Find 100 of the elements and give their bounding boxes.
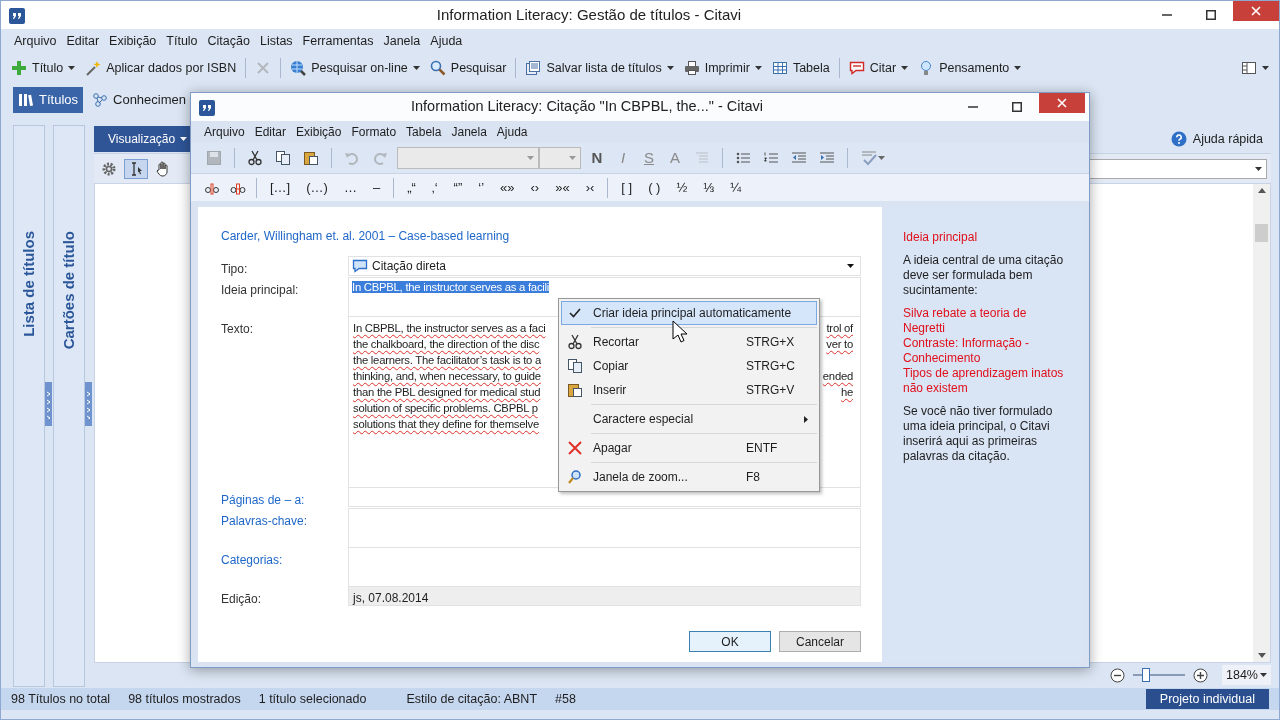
text-line: In CBPBL, the instructor serves as a faci [353, 321, 546, 336]
insert-character-button[interactable]: … [337, 176, 363, 199]
insert-character-button[interactable]: – [366, 176, 387, 199]
quick-help-button[interactable]: Ajuda rápida [1164, 128, 1271, 150]
tab[interactable]: Conhecimen [87, 87, 191, 113]
text-line: the chalkboard, the direction of the disc [353, 337, 540, 352]
type-dropdown[interactable]: Citação direta [348, 256, 861, 276]
menu-item[interactable]: Listas [254, 29, 298, 53]
insert-character-button[interactable]: ⅓ [697, 176, 721, 199]
insert-character-button[interactable]: „“ [401, 176, 422, 199]
font-size-dropdown[interactable] [539, 147, 581, 169]
view-button[interactable]: Visualização [94, 126, 192, 152]
menu-item[interactable]: Janela de zoom... F8 [561, 465, 817, 489]
reference-link[interactable]: Carder, Willingham et. al. 2001 – Case-based learning [221, 227, 861, 245]
side-panel[interactable]: Cartões de título [53, 125, 85, 687]
toolbar-button[interactable]: Pesquisar on-line [286, 56, 424, 80]
menu-item[interactable]: Recortar STRG+X [561, 330, 817, 354]
menu-item[interactable]: Copiar STRG+C [561, 354, 817, 378]
app-logo-icon [9, 7, 25, 24]
window-title: Information Literacy: Gestão de títulos - Citavi [435, 4, 743, 25]
status-text: Estilo de citação: ABNT [406, 690, 539, 708]
menu-item[interactable]: Ajuda [491, 121, 533, 143]
plus-icon [11, 60, 27, 76]
font-dropdown[interactable] [397, 147, 539, 169]
zoom-in-button[interactable] [1190, 666, 1211, 684]
magnifier-icon [567, 469, 583, 485]
format-button[interactable]: N [587, 146, 607, 170]
input-field[interactable] [348, 508, 861, 548]
project-button[interactable]: Projeto individual [1145, 689, 1269, 709]
menu-item[interactable]: Citação [202, 29, 255, 53]
menu-item[interactable]: Janela [378, 29, 426, 53]
menu-item[interactable]: Janela [446, 121, 492, 143]
minimize-icon [1162, 14, 1172, 16]
menu-item[interactable]: Arquivo [9, 29, 62, 53]
toolbar-button[interactable]: Tabela [767, 56, 834, 80]
insert-character-button[interactable]: [ ] [615, 176, 639, 199]
toolbar-button[interactable]: Salvar lista de títulos [521, 56, 678, 80]
insert-character-button[interactable]: »« [549, 176, 576, 199]
speech-bubble-icon [848, 60, 865, 76]
toolbar-button[interactable]: Aplicar dados por ISBN [81, 56, 241, 80]
insert-character-button[interactable]: «» [494, 176, 521, 199]
dialog-button[interactable]: Cancelar [779, 631, 861, 652]
dialog-title: Information Literacy: Citação "In CBPBL, the..." - Citavi [410, 97, 764, 117]
field-label: Ideia principal: [221, 282, 300, 299]
maximize-icon [1206, 10, 1216, 20]
insert-character-button[interactable]: “” [447, 176, 469, 199]
menu-item[interactable]: Editar [61, 29, 105, 53]
clipboard-icon [567, 382, 583, 398]
menu-item[interactable]: Título [161, 29, 203, 53]
insert-character-button[interactable]: ( ) [642, 176, 667, 199]
close-icon [1057, 98, 1067, 108]
menu-item[interactable]: Inserir STRG+V [561, 378, 817, 402]
field-link[interactable]: Palavras-chave: [221, 509, 348, 548]
toolbar-button[interactable]: Título [7, 56, 80, 80]
spell-check-icon [860, 150, 878, 166]
menu-item[interactable]: Caractere especial [561, 407, 817, 431]
tab[interactable]: Títulos [13, 87, 83, 113]
toolbar-button[interactable]: Imprimir [679, 56, 766, 80]
zoom-out-button[interactable] [1107, 666, 1128, 684]
insert-character-button[interactable]: ½ [670, 176, 694, 199]
text-cursor-button[interactable] [124, 158, 148, 179]
zoom-slider-thumb[interactable] [1142, 668, 1150, 682]
menu-item[interactable]: Apagar ENTF [561, 436, 817, 460]
expand-handle[interactable] [45, 382, 52, 426]
insert-character-button[interactable]: […] [264, 176, 297, 199]
menu-item[interactable]: Arquivo [199, 121, 250, 143]
insert-character-button[interactable]: ‚‘ [425, 176, 444, 199]
status-text: 98 Títulos no total [11, 690, 112, 708]
toolbar-button[interactable]: Pensamento [914, 56, 1026, 80]
bullet-list-icon [735, 150, 751, 166]
table-icon [771, 60, 788, 76]
insert-character-button[interactable]: ‹› [524, 176, 546, 199]
insert-character-button[interactable]: ‘’ [472, 176, 491, 199]
field-link[interactable]: Categorias: [221, 548, 348, 587]
menu-item[interactable]: Ajuda [425, 29, 468, 53]
scrollbar[interactable] [1253, 184, 1270, 662]
menu-item[interactable]: Formato [346, 121, 402, 143]
menu-item[interactable]: Editar [249, 121, 292, 143]
side-panel[interactable]: Lista de títulos [13, 125, 45, 687]
insert-character-button[interactable]: (…) [300, 176, 334, 199]
field-link[interactable]: Páginas de – a: [221, 488, 348, 509]
indent-icon [819, 150, 835, 166]
clipboard-icon [303, 150, 319, 166]
scrollbar-thumb[interactable] [1255, 224, 1268, 242]
menu-item[interactable]: Exibição [291, 121, 347, 143]
menu-item[interactable]: Tabela [401, 121, 447, 143]
menu-item[interactable]: Ferramentas [297, 29, 379, 53]
text-fragment: trol of [826, 321, 853, 336]
scroll-down-icon [1257, 653, 1266, 658]
menu-item[interactable]: Exibição [104, 29, 162, 53]
insert-character-button[interactable]: ›‹ [579, 176, 601, 199]
menu-item[interactable]: Criar ideia principal automaticamente [561, 301, 817, 325]
toolbar-button[interactable]: Citar [844, 56, 913, 80]
zoom-dropdown[interactable]: 184% [1222, 664, 1271, 686]
dialog-button[interactable]: OK [689, 631, 771, 652]
network-icon [92, 92, 108, 108]
text-fragment: ended [822, 369, 853, 384]
insert-character-button[interactable]: ¼ [724, 176, 747, 199]
toolbar-button[interactable]: Pesquisar [425, 56, 511, 80]
expand-handle[interactable] [85, 382, 92, 426]
